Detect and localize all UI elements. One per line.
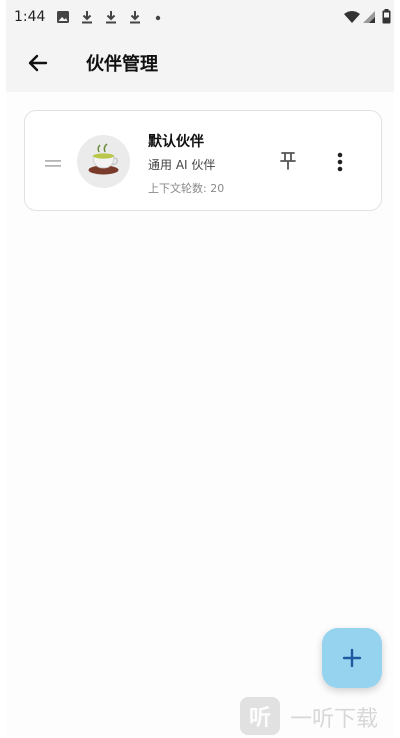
drag-handle-icon[interactable] xyxy=(45,155,61,167)
tea-cup-icon xyxy=(88,143,119,175)
partner-name: 默认伙伴 xyxy=(148,134,204,150)
more-vert-icon xyxy=(337,152,343,172)
watermark-text: 一听下载 xyxy=(290,707,379,732)
signal-icon xyxy=(362,9,376,28)
partner-description: 通用 AI 伙伴 xyxy=(148,158,216,172)
image-icon xyxy=(56,9,70,28)
download-icon xyxy=(80,9,94,28)
dot-icon xyxy=(154,9,162,28)
page-title: 伙伴管理 xyxy=(86,54,158,75)
more-options-button[interactable] xyxy=(330,149,350,175)
status-bar: 1:44 xyxy=(6,0,394,34)
plus-icon xyxy=(342,648,362,668)
battery-icon xyxy=(382,9,391,28)
partner-avatar xyxy=(77,135,130,188)
download-icon xyxy=(104,9,118,28)
download-icon xyxy=(128,9,142,28)
pin-button[interactable] xyxy=(277,149,299,173)
back-button[interactable] xyxy=(20,49,54,77)
app-bar: 伙伴管理 xyxy=(6,34,394,92)
add-partner-button[interactable] xyxy=(322,628,382,688)
wifi-icon xyxy=(344,9,360,28)
partner-context-rounds: 上下文轮数: 20 xyxy=(148,182,225,195)
pin-icon xyxy=(280,152,296,170)
status-time: 1:44 xyxy=(14,9,46,25)
watermark-logo: 听 xyxy=(240,697,280,735)
watermark: 听 一听下载 xyxy=(240,695,400,735)
partner-card[interactable]: 默认伙伴 通用 AI 伙伴 上下文轮数: 20 xyxy=(24,110,382,211)
arrow-left-icon xyxy=(28,54,48,72)
